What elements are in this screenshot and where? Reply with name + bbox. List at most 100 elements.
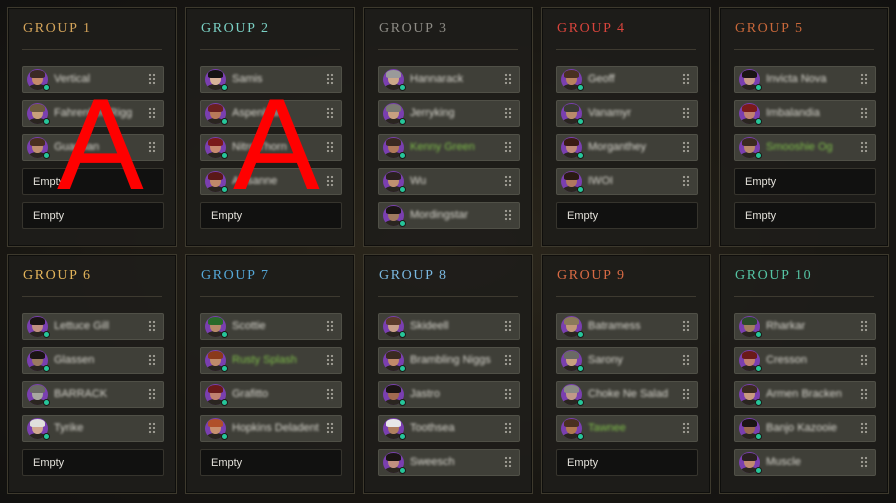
drag-handle-icon[interactable] <box>860 141 868 154</box>
drag-handle-icon[interactable] <box>504 209 512 222</box>
drag-handle-icon[interactable] <box>148 141 156 154</box>
drag-handle-icon[interactable] <box>326 141 334 154</box>
drag-handle-icon[interactable] <box>682 422 690 435</box>
member-slot[interactable]: Choke Ne Salad <box>556 381 698 408</box>
member-slot[interactable]: Mordingstar <box>378 202 520 229</box>
drag-handle-icon[interactable] <box>148 422 156 435</box>
drag-handle-icon[interactable] <box>326 422 334 435</box>
drag-handle-icon[interactable] <box>682 73 690 86</box>
online-status-icon <box>755 84 762 91</box>
member-slot[interactable]: Tyrike <box>22 415 164 442</box>
member-slot[interactable]: Jastro <box>378 381 520 408</box>
member-slot[interactable]: Nitro Thorn <box>200 134 342 161</box>
drag-handle-icon[interactable] <box>326 73 334 86</box>
player-name: Sweesch <box>410 456 455 468</box>
member-slot[interactable]: Vertical <box>22 66 164 93</box>
title-divider <box>556 296 696 297</box>
drag-handle-icon[interactable] <box>148 354 156 367</box>
member-slot[interactable]: Grafitto <box>200 381 342 408</box>
member-slot[interactable]: BARRACK <box>22 381 164 408</box>
drag-handle-icon[interactable] <box>682 107 690 120</box>
drag-handle-icon[interactable] <box>504 141 512 154</box>
online-status-icon <box>755 399 762 406</box>
drag-handle-icon[interactable] <box>682 175 690 188</box>
drag-handle-icon[interactable] <box>326 354 334 367</box>
empty-slot[interactable]: Empty <box>200 202 342 229</box>
empty-slot[interactable]: Empty <box>22 168 164 195</box>
member-slot[interactable]: Fahrenheit Rigg <box>22 100 164 127</box>
member-slot[interactable]: Toothsea <box>378 415 520 442</box>
member-slot[interactable]: Skideell <box>378 313 520 340</box>
drag-handle-icon[interactable] <box>148 320 156 333</box>
member-slot[interactable]: Guardian <box>22 134 164 161</box>
member-slot[interactable]: Kenny Green <box>378 134 520 161</box>
member-slot[interactable]: Rharkar <box>734 313 876 340</box>
online-status-icon <box>577 152 584 159</box>
drag-handle-icon[interactable] <box>860 354 868 367</box>
member-slot[interactable]: Geoff <box>556 66 698 93</box>
drag-handle-icon[interactable] <box>504 320 512 333</box>
drag-handle-icon[interactable] <box>860 320 868 333</box>
member-slot[interactable]: Imbalandia <box>734 100 876 127</box>
drag-handle-icon[interactable] <box>504 354 512 367</box>
member-slot[interactable]: Muscle <box>734 449 876 476</box>
empty-slot[interactable]: Empty <box>734 168 876 195</box>
drag-handle-icon[interactable] <box>504 107 512 120</box>
drag-handle-icon[interactable] <box>326 175 334 188</box>
member-slot[interactable]: Vanamyr <box>556 100 698 127</box>
drag-handle-icon[interactable] <box>326 107 334 120</box>
member-slot[interactable]: Sweesch <box>378 449 520 476</box>
member-slot[interactable]: Cresson <box>734 347 876 374</box>
member-slot[interactable]: Tawnee <box>556 415 698 442</box>
member-slot[interactable]: Smooshie Og <box>734 134 876 161</box>
online-status-icon <box>43 152 50 159</box>
member-slot[interactable]: Scottie <box>200 313 342 340</box>
empty-slot-label: Empty <box>33 210 65 222</box>
member-slot[interactable]: Wu <box>378 168 520 195</box>
member-slot[interactable]: Hannarack <box>378 66 520 93</box>
member-slot[interactable]: Aspenleaf <box>200 100 342 127</box>
online-status-icon <box>221 84 228 91</box>
member-slot[interactable]: Rusty Splash <box>200 347 342 374</box>
member-slot[interactable]: Lettuce Gill <box>22 313 164 340</box>
drag-handle-icon[interactable] <box>148 107 156 120</box>
empty-slot[interactable]: Empty <box>556 202 698 229</box>
member-slot[interactable]: Banjo Kazooie <box>734 415 876 442</box>
drag-handle-icon[interactable] <box>682 388 690 401</box>
empty-slot[interactable]: Empty <box>22 202 164 229</box>
drag-handle-icon[interactable] <box>504 422 512 435</box>
drag-handle-icon[interactable] <box>860 388 868 401</box>
empty-slot[interactable]: Empty <box>22 449 164 476</box>
drag-handle-icon[interactable] <box>860 422 868 435</box>
drag-handle-icon[interactable] <box>326 388 334 401</box>
drag-handle-icon[interactable] <box>504 456 512 469</box>
empty-slot[interactable]: Empty <box>734 202 876 229</box>
drag-handle-icon[interactable] <box>504 388 512 401</box>
group-panel-6: GROUP 6 Lettuce Gill Glassen BARRACK Tyrike E… <box>7 254 177 494</box>
member-slot[interactable]: Brambling Niggs <box>378 347 520 374</box>
member-slot[interactable]: Armen Bracken <box>734 381 876 408</box>
drag-handle-icon[interactable] <box>682 320 690 333</box>
drag-handle-icon[interactable] <box>682 141 690 154</box>
member-slot[interactable]: Batramess <box>556 313 698 340</box>
member-slot[interactable]: Alysanne <box>200 168 342 195</box>
member-slot[interactable]: IWOI <box>556 168 698 195</box>
member-slot[interactable]: Hopkins Deladent <box>200 415 342 442</box>
drag-handle-icon[interactable] <box>860 456 868 469</box>
drag-handle-icon[interactable] <box>504 73 512 86</box>
member-slot[interactable]: Morganthey <box>556 134 698 161</box>
drag-handle-icon[interactable] <box>860 73 868 86</box>
member-slot[interactable]: Sarony <box>556 347 698 374</box>
drag-handle-icon[interactable] <box>682 354 690 367</box>
empty-slot[interactable]: Empty <box>200 449 342 476</box>
member-slot[interactable]: Jerryking <box>378 100 520 127</box>
drag-handle-icon[interactable] <box>148 388 156 401</box>
drag-handle-icon[interactable] <box>326 320 334 333</box>
drag-handle-icon[interactable] <box>504 175 512 188</box>
member-slot[interactable]: Invicta Nova <box>734 66 876 93</box>
drag-handle-icon[interactable] <box>148 73 156 86</box>
member-slot[interactable]: Samis <box>200 66 342 93</box>
empty-slot[interactable]: Empty <box>556 449 698 476</box>
drag-handle-icon[interactable] <box>860 107 868 120</box>
member-slot[interactable]: Glassen <box>22 347 164 374</box>
